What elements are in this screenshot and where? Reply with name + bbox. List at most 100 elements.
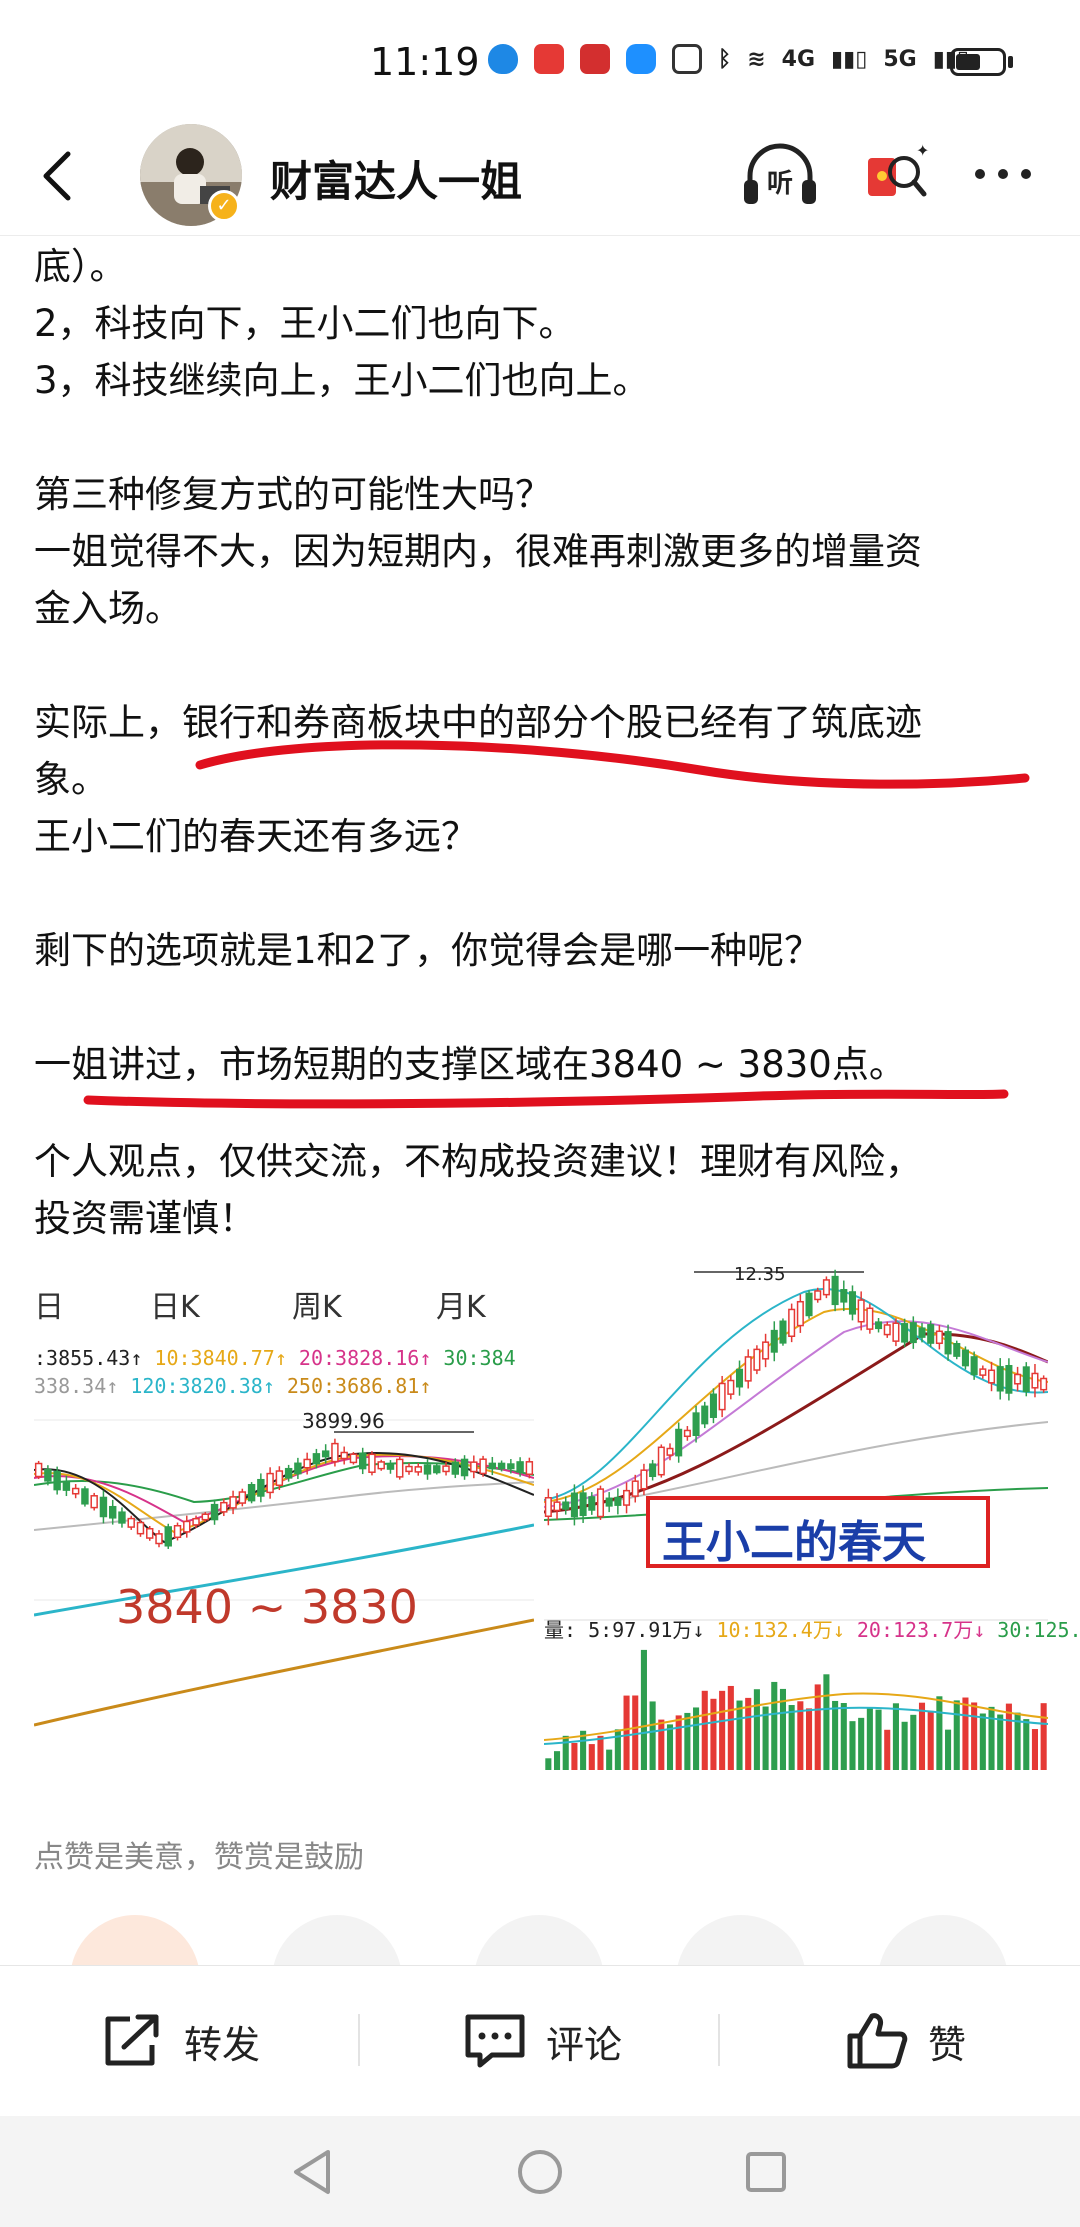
divider xyxy=(718,2014,720,2066)
network-4g: 4G xyxy=(781,46,816,72)
candle-body xyxy=(857,1299,865,1323)
volume-bar xyxy=(597,1735,604,1770)
article-line: 3，科技继续向上，王小二们也向上。 xyxy=(34,359,650,402)
candle-body xyxy=(961,1349,969,1367)
reward-option[interactable] xyxy=(878,1915,1008,1965)
candle-body xyxy=(718,1382,726,1411)
nav-back-button[interactable] xyxy=(286,2144,342,2200)
candle-body xyxy=(201,1513,210,1521)
candle-body xyxy=(970,1356,978,1376)
candle-body xyxy=(423,1464,432,1475)
candle-body xyxy=(34,1462,43,1478)
battery-icon xyxy=(950,48,1006,76)
volume-bar xyxy=(545,1758,552,1770)
candle-body xyxy=(822,1279,830,1296)
volume-bar xyxy=(640,1649,647,1770)
candle-body xyxy=(108,1505,117,1519)
author-name[interactable]: 财富达人一姐 xyxy=(270,148,522,209)
reward-option[interactable] xyxy=(676,1915,806,1965)
candle-body xyxy=(1040,1377,1048,1391)
candle-body xyxy=(683,1429,691,1438)
network-5g: 5G xyxy=(883,46,917,72)
candle-body xyxy=(892,1322,900,1342)
candle-body xyxy=(99,1496,108,1518)
candle-body xyxy=(192,1517,200,1526)
volume-bar xyxy=(901,1721,908,1770)
article-line: 金入场。 xyxy=(34,587,182,630)
candle-body xyxy=(247,1484,256,1502)
candle-body xyxy=(118,1511,126,1524)
candle-body xyxy=(727,1379,735,1395)
candle-body xyxy=(753,1348,761,1371)
system-navigation-bar xyxy=(0,2116,1080,2227)
wifi-icon: ≋ xyxy=(747,46,766,72)
article-line: 一姐觉得不大，因为短期内，很难再刺激更多的增量资 xyxy=(34,530,922,573)
volume-bar xyxy=(945,1729,952,1770)
candle-body xyxy=(81,1488,89,1505)
article-line: 实际上，银行和券商板块中的部分个股已经有了筑底迹 xyxy=(34,701,922,744)
nav-recents-button[interactable] xyxy=(738,2144,794,2200)
candle-body xyxy=(927,1324,935,1344)
candle-body xyxy=(553,1501,561,1512)
candle-body xyxy=(146,1528,154,1539)
candle-body xyxy=(570,1492,578,1518)
headphones-icon: 听 xyxy=(744,143,816,204)
candle-body xyxy=(229,1496,237,1509)
volume-bar xyxy=(979,1713,986,1770)
volume-bar xyxy=(710,1698,717,1770)
peak-label-right: 12.35 xyxy=(734,1264,786,1285)
reward-row xyxy=(0,1915,1080,1965)
more-button[interactable] xyxy=(968,140,1038,210)
candle-body xyxy=(1005,1365,1013,1394)
candle-body xyxy=(303,1458,311,1469)
candle-body xyxy=(709,1393,717,1418)
back-button[interactable] xyxy=(30,146,90,206)
volume-bar xyxy=(606,1749,613,1770)
chart-image-right[interactable]: 12.35 王小二的春天 量: 5:97.91万↓ 10:132.4万↓ 20:… xyxy=(544,1262,1080,1772)
reward-option[interactable] xyxy=(70,1915,200,1965)
volume-values-row: 量: 5:97.91万↓ 10:132.4万↓ 20:123.7万↓ 30:12… xyxy=(544,1618,1080,1642)
volume-bar xyxy=(918,1702,926,1770)
candle-body xyxy=(831,1275,839,1306)
reward-option[interactable] xyxy=(272,1915,402,1965)
candle-body xyxy=(814,1290,822,1301)
volume-bar xyxy=(858,1717,865,1770)
candle-body xyxy=(71,1487,80,1495)
candle-body xyxy=(155,1533,163,1545)
reward-option[interactable] xyxy=(474,1915,604,1965)
like-note: 点赞是美意，赞赏是鼓励 xyxy=(34,1840,364,1875)
candle-body xyxy=(294,1462,302,1475)
volume-bar xyxy=(632,1695,639,1770)
volume-bar xyxy=(771,1681,778,1770)
candle-body xyxy=(788,1308,796,1338)
app-notification-icon xyxy=(534,44,564,74)
status-icons: ᛒ ≋ 4G ▮▮▯ 5G ▮▮▯ xyxy=(488,44,969,74)
volume-bar xyxy=(701,1690,708,1770)
candle-body xyxy=(275,1470,284,1487)
candle-body xyxy=(210,1503,219,1521)
nav-home-button[interactable] xyxy=(512,2144,568,2200)
candle-body xyxy=(675,1428,683,1457)
volume-bar xyxy=(840,1703,847,1770)
listen-button[interactable]: 听 xyxy=(740,140,820,210)
repost-button[interactable]: 转发 xyxy=(100,2006,260,2076)
candle-body xyxy=(183,1520,191,1533)
candle-body xyxy=(349,1453,358,1464)
candle-body xyxy=(433,1465,441,1474)
volume-bar xyxy=(849,1721,856,1770)
like-label: 赞 xyxy=(928,2022,967,2067)
comment-label: 评论 xyxy=(546,2022,623,2067)
comment-button[interactable]: 评论 xyxy=(462,2006,622,2076)
volume-bar xyxy=(997,1714,1004,1770)
like-button[interactable]: 赞 xyxy=(844,2006,966,2076)
chart-image-left[interactable]: 日 日K 周K 月K :3855.43↑ 10:3840.77↑ 20:3828… xyxy=(34,1270,534,1770)
candle-body xyxy=(460,1458,469,1477)
red-packet-search-button[interactable]: ✦ xyxy=(862,140,932,210)
volume-bar xyxy=(788,1705,795,1770)
volume-bar xyxy=(1040,1703,1047,1770)
candle-body xyxy=(479,1458,487,1475)
candle-body xyxy=(901,1323,909,1343)
candle-body xyxy=(579,1492,587,1517)
